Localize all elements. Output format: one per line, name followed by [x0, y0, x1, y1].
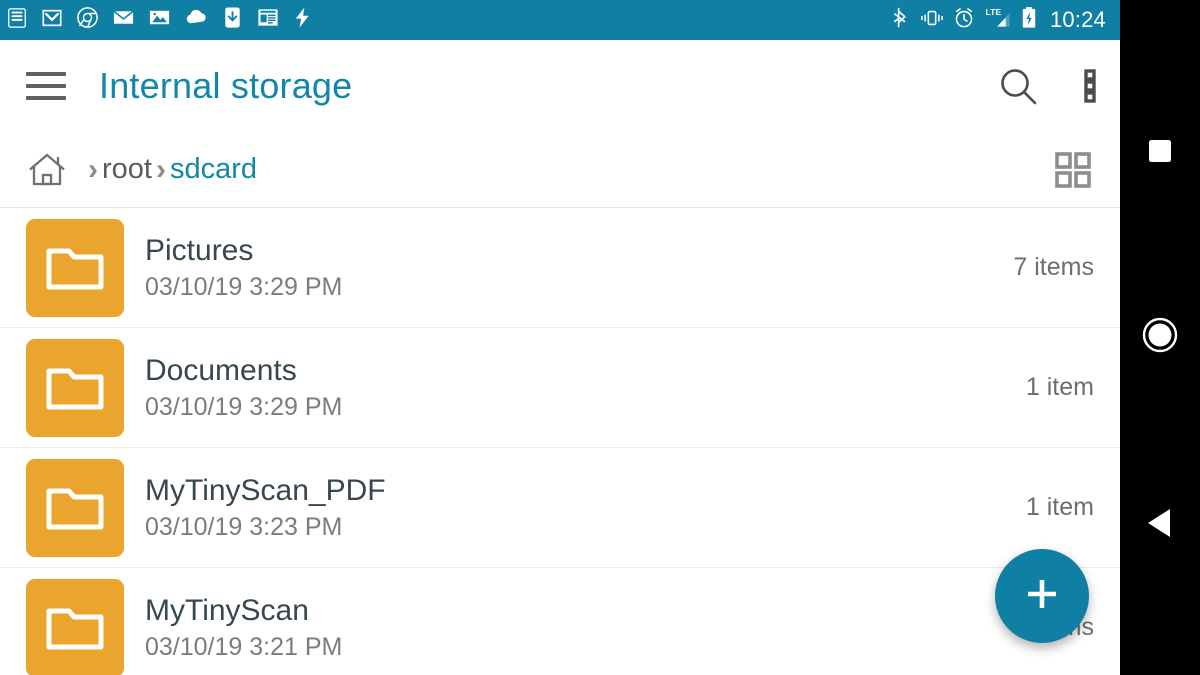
lte-signal-icon: LTE: [984, 6, 1012, 34]
breadcrumb-item-sdcard[interactable]: sdcard: [170, 155, 257, 184]
chrome-notification-icon: [76, 6, 99, 34]
screen: LTE 10:24 Internal storage › root › sdca…: [0, 0, 1200, 675]
row-text: MyTinyScan_PDF 03/10/19 3:23 PM: [145, 475, 386, 540]
circle-icon: [1140, 315, 1180, 360]
flash-notification-icon: [293, 6, 312, 34]
file-item-count: 1 item: [1025, 373, 1094, 401]
alarm-icon: [953, 7, 975, 34]
breadcrumb-separator: ›: [155, 152, 166, 186]
home-button[interactable]: [1120, 302, 1200, 372]
table-row[interactable]: Pictures 03/10/19 3:29 PM 7 items: [0, 208, 1120, 328]
table-row[interactable]: MyTinyScan_PDF 03/10/19 3:23 PM 1 item: [0, 448, 1120, 568]
news-notification-icon: [256, 6, 280, 34]
status-bar-clock: 10:24: [1049, 7, 1106, 32]
row-text: MyTinyScan 03/10/19 3:21 PM: [145, 595, 342, 660]
plus-icon: [1020, 572, 1064, 621]
gmail-notification-icon: [41, 7, 63, 34]
cloud-notification-icon: [184, 6, 209, 34]
overflow-menu-icon[interactable]: [1082, 62, 1098, 110]
file-item-count: 1 item: [1025, 493, 1094, 521]
file-list: Pictures 03/10/19 3:29 PM 7 items Docume…: [0, 208, 1120, 675]
home-icon[interactable]: [24, 147, 70, 193]
breadcrumb: › root › sdcard: [0, 132, 1120, 208]
status-bar-notification-icons: [6, 6, 312, 34]
status-bar-system-icons: LTE 10:24: [892, 6, 1110, 34]
search-icon[interactable]: [994, 62, 1042, 110]
square-icon: [1144, 135, 1176, 172]
file-item-count: 7 items: [1013, 253, 1094, 281]
table-row[interactable]: Documents 03/10/19 3:29 PM 1 item: [0, 328, 1120, 448]
file-name: Pictures: [145, 234, 254, 268]
photos-notification-icon: [148, 6, 171, 34]
folder-icon: [26, 338, 124, 437]
file-name: MyTinyScan: [145, 594, 309, 628]
phone-viewport: LTE 10:24 Internal storage › root › sdca…: [0, 0, 1120, 675]
svg-text:LTE: LTE: [985, 7, 1001, 17]
hamburger-menu-icon[interactable]: [26, 72, 66, 100]
row-text: Documents 03/10/19 3:29 PM: [145, 355, 342, 420]
file-name: Documents: [145, 354, 297, 388]
grid-view-icon[interactable]: [1052, 149, 1094, 191]
app-bar-actions: [994, 62, 1098, 110]
table-row[interactable]: MyTinyScan 03/10/19 3:21 PM 3 items: [0, 568, 1120, 675]
back-button[interactable]: [1120, 490, 1200, 560]
row-text: Pictures 03/10/19 3:29 PM: [145, 235, 342, 300]
vibrate-icon: [920, 7, 944, 34]
folder-icon: [26, 578, 124, 675]
file-date: 03/10/19 3:23 PM: [145, 512, 343, 541]
breadcrumb-separator: ›: [88, 152, 98, 186]
breadcrumb-item-root[interactable]: root: [102, 155, 152, 184]
battery-charging-icon: [1021, 6, 1037, 34]
page-title: Internal storage: [99, 65, 353, 106]
file-date: 03/10/19 3:29 PM: [145, 272, 343, 301]
app-bar: Internal storage: [0, 40, 1120, 132]
file-name: MyTinyScan_PDF: [145, 474, 386, 508]
file-date: 03/10/19 3:29 PM: [145, 392, 343, 421]
status-bar: LTE 10:24: [0, 0, 1120, 40]
stack-overflow-notification-icon: [6, 7, 28, 34]
android-navigation-bar: [1120, 0, 1200, 675]
folder-icon: [26, 218, 124, 317]
email-notification-icon: [112, 6, 135, 34]
recents-button[interactable]: [1120, 118, 1200, 188]
add-button[interactable]: [995, 549, 1089, 643]
folder-icon: [26, 458, 124, 557]
breadcrumb-trail: › root › sdcard: [84, 152, 257, 186]
bluetooth-icon: [892, 6, 911, 34]
file-date: 03/10/19 3:21 PM: [145, 632, 343, 661]
download-to-phone-notification-icon: [222, 6, 243, 34]
triangle-left-icon: [1143, 505, 1177, 546]
